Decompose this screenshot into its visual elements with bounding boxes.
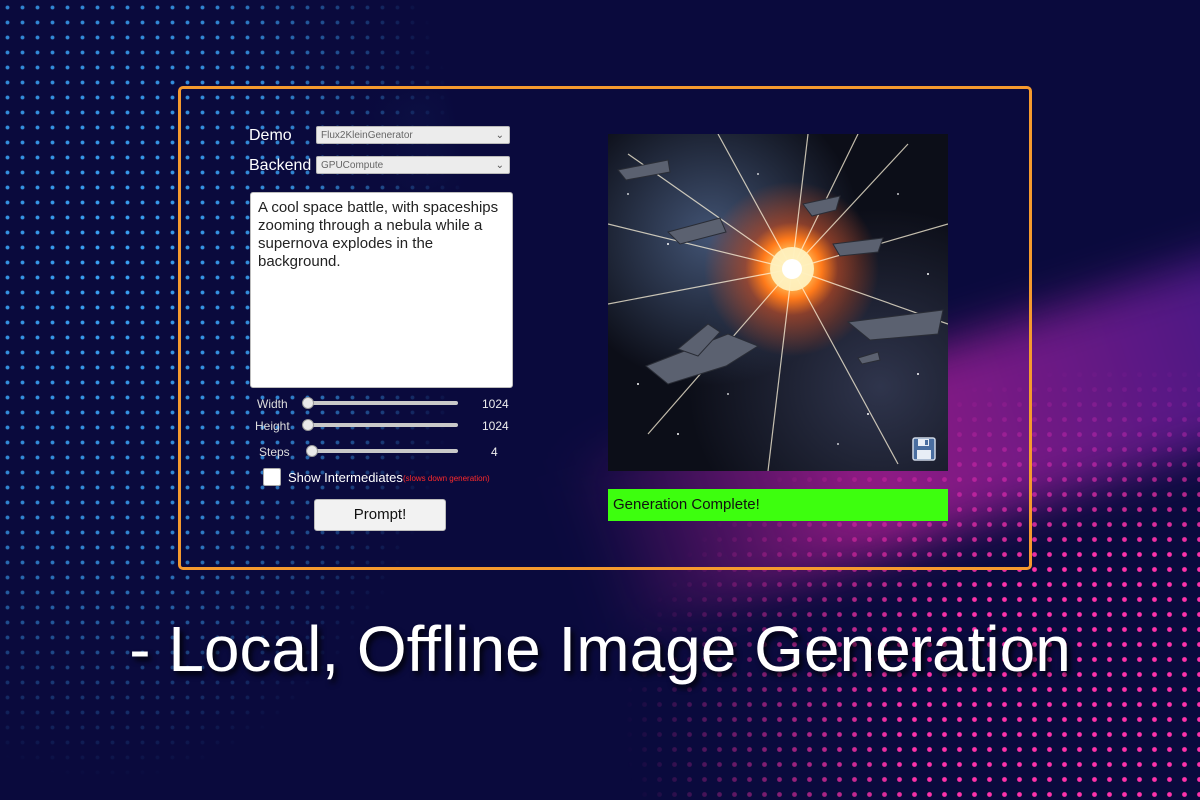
floppy-disk-icon[interactable] — [912, 437, 936, 461]
width-slider-label: Width — [257, 397, 288, 411]
generated-image — [608, 134, 948, 471]
steps-slider-value: 4 — [491, 445, 498, 459]
chevron-down-icon: ⌄ — [495, 160, 504, 171]
steps-slider-thumb[interactable] — [306, 445, 318, 457]
height-slider-track[interactable] — [304, 423, 458, 427]
width-slider-track[interactable] — [304, 401, 458, 405]
demo-label: Demo — [249, 127, 292, 144]
chevron-down-icon: ⌄ — [495, 130, 504, 141]
steps-slider-label: Steps — [259, 445, 290, 459]
height-slider-value: 1024 — [482, 419, 509, 433]
width-slider-value: 1024 — [482, 397, 509, 411]
height-slider-label: Height — [255, 419, 290, 433]
backend-select[interactable]: GPUCompute ⌄ — [316, 156, 510, 174]
show-intermediates-label: Show Intermediates — [288, 470, 403, 485]
steps-slider-track[interactable] — [306, 449, 458, 453]
show-intermediates-checkbox[interactable] — [263, 468, 281, 486]
width-slider-thumb[interactable] — [302, 397, 314, 409]
backend-label: Backend — [249, 157, 312, 174]
space-battle-illustration — [608, 134, 948, 471]
demo-select-value: Flux2KleinGenerator — [321, 130, 413, 141]
prompt-button[interactable]: Prompt! — [314, 499, 446, 531]
show-intermediates-note: (slows down generation) — [403, 474, 490, 483]
backend-select-value: GPUCompute — [321, 160, 384, 171]
height-slider-thumb[interactable] — [302, 419, 314, 431]
demo-select[interactable]: Flux2KleinGenerator ⌄ — [316, 126, 510, 144]
caption-title: - Local, Offline Image Generation — [129, 613, 1071, 685]
status-bar: Generation Complete! — [608, 489, 948, 521]
prompt-textarea[interactable]: A cool space battle, with spaceships zoo… — [250, 192, 513, 388]
